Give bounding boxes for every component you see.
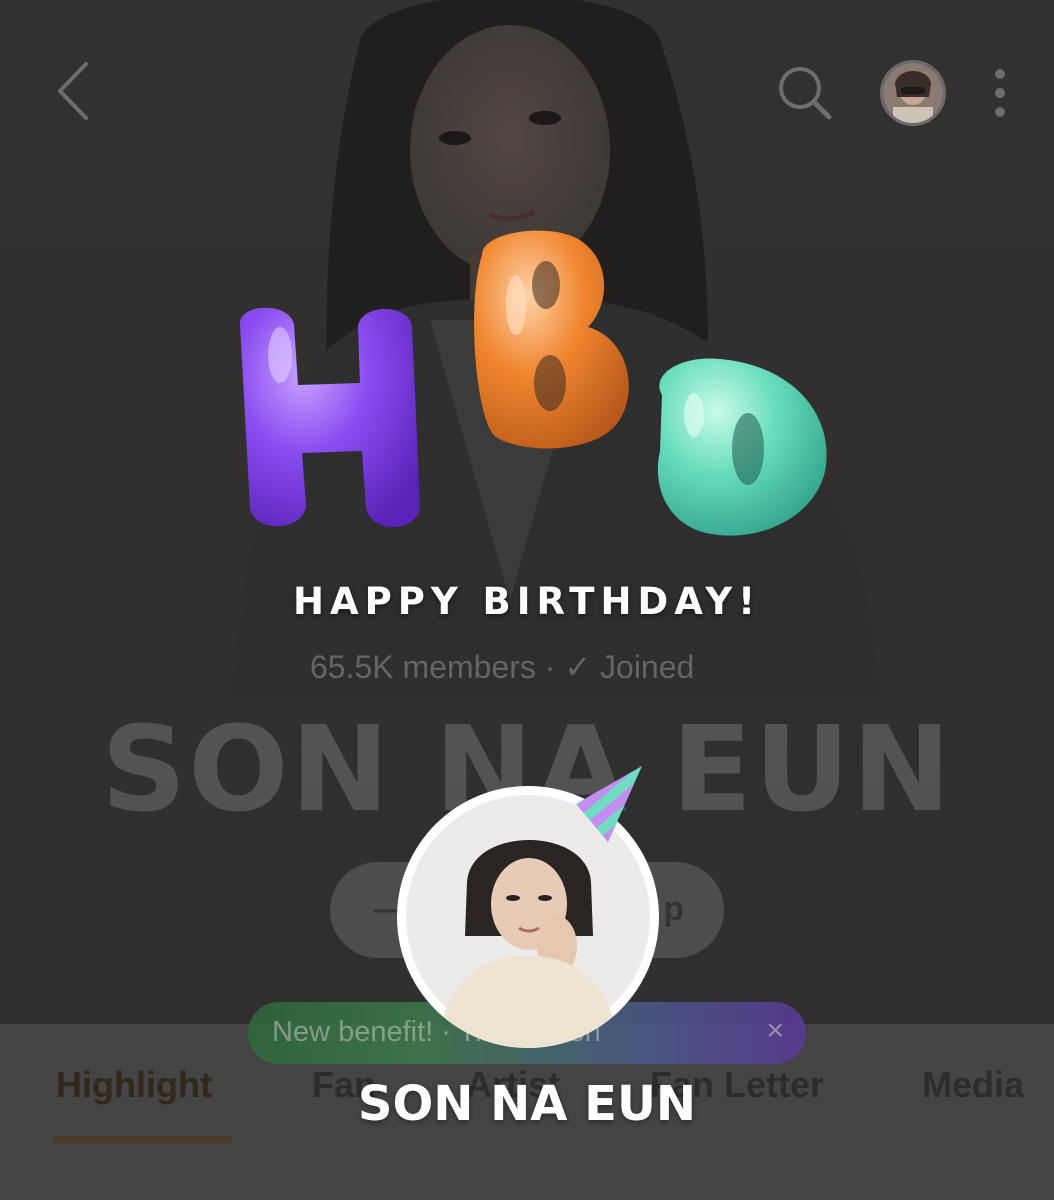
balloon-letter-b xyxy=(474,230,629,449)
profile-avatar[interactable] xyxy=(880,60,946,126)
profile-avatar-image xyxy=(883,63,943,123)
close-icon[interactable]: × xyxy=(766,1014,784,1048)
hbd-balloon-letters xyxy=(239,230,827,536)
search-icon[interactable] xyxy=(776,64,832,120)
party-hat-icon xyxy=(576,766,642,842)
happy-birthday-text: HAPPY BIRTHDAY! xyxy=(293,580,761,623)
balloon-letter-h xyxy=(239,307,420,528)
join-button-label: p xyxy=(663,890,684,928)
artist-name: SON NA EUN xyxy=(357,1076,697,1132)
balloon-letter-d xyxy=(657,358,827,536)
more-icon[interactable] xyxy=(986,66,1014,120)
member-count: 65.5K members · ✓ Joined xyxy=(310,649,695,685)
active-tab-indicator xyxy=(54,1136,232,1143)
app-screen: 65.5K members · ✓ Joined SON NA EUN — p … xyxy=(0,0,1054,1200)
back-icon[interactable] xyxy=(54,60,94,122)
